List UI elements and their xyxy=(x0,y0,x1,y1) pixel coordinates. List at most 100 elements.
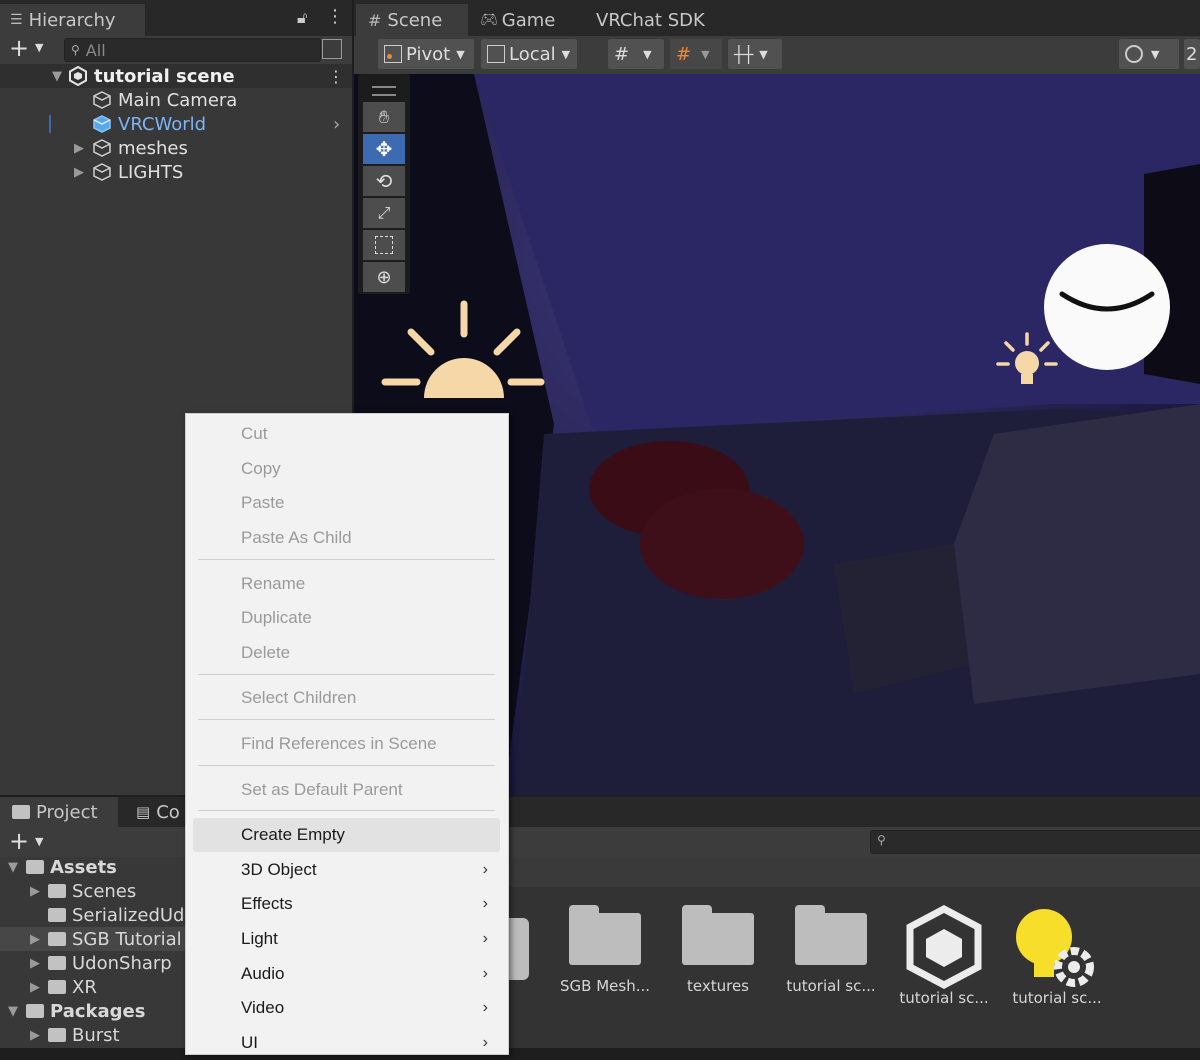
project-toolbar: + ▼ ⚲ xyxy=(0,827,1200,857)
asset-tutorial-scene-settings[interactable]: tutorial sc... xyxy=(1002,905,1112,1007)
tree-item-xr[interactable]: ▶ XR xyxy=(0,975,185,999)
menu-item-audio[interactable]: Audio › xyxy=(186,957,508,991)
menu-item-duplicate[interactable]: Duplicate xyxy=(186,601,508,635)
menu-item-paste-as-child[interactable]: Paste As Child xyxy=(186,521,508,555)
pivot-label: Pivot xyxy=(406,43,451,65)
expand-arrow-icon[interactable]: ▶ xyxy=(74,141,88,156)
tab-project[interactable]: Project xyxy=(0,797,118,827)
menu-item-set-default-parent[interactable]: Set as Default Parent xyxy=(186,773,508,807)
folder-icon xyxy=(682,905,754,965)
hand-tool-button[interactable]: ✋︎ xyxy=(363,102,405,132)
tree-item-scenes[interactable]: ▶ Scenes xyxy=(0,879,185,903)
menu-item-create-empty[interactable]: Create Empty xyxy=(193,818,500,852)
transform-tool-button[interactable]: ⊕ xyxy=(363,262,405,292)
scene-more-icon[interactable]: ⋮ xyxy=(328,67,344,86)
render-mode-dropdown[interactable]: ▼ xyxy=(1119,39,1179,69)
expand-arrow-icon[interactable]: ▶ xyxy=(30,884,44,899)
project-search-input[interactable]: ⚲ xyxy=(870,830,1200,854)
folder-icon xyxy=(795,905,867,965)
ruler-toggle[interactable]: ┼┼ ▼ xyxy=(728,39,782,69)
menu-item-ui[interactable]: UI › xyxy=(186,1026,508,1060)
tree-item-label: UdonSharp xyxy=(72,952,172,974)
expand-arrow-icon[interactable]: ▼ xyxy=(8,1004,22,1019)
menu-item-select-children[interactable]: Select Children xyxy=(186,681,508,715)
list-icon: ☰ xyxy=(10,12,23,28)
lighting-settings-icon xyxy=(1016,909,1094,987)
tree-item-sgb-tutorial[interactable]: ▶ SGB Tutorial xyxy=(0,927,185,951)
menu-item-copy[interactable]: Copy xyxy=(186,452,508,486)
tree-item-udonsharp[interactable]: ▶ UdonSharp xyxy=(0,951,185,975)
rect-tool-button[interactable] xyxy=(363,230,405,260)
pivot-icon xyxy=(384,45,402,63)
menu-divider xyxy=(198,810,495,811)
tab-console[interactable]: ▤ Co xyxy=(124,797,184,827)
scale-tool-button[interactable]: ⤢ xyxy=(363,198,405,228)
grid-snap-toggle[interactable]: # ▼ xyxy=(608,39,664,69)
menu-item-label: Copy xyxy=(241,459,281,478)
search-input[interactable]: ⚲ All xyxy=(64,38,321,62)
increment-snap-toggle[interactable]: # ▼ xyxy=(670,39,722,69)
hierarchy-item-main-camera[interactable]: Main Camera xyxy=(0,88,352,112)
tab-hierarchy[interactable]: ☰ Hierarchy xyxy=(0,4,145,36)
expand-arrow-icon[interactable]: ▶ xyxy=(30,980,44,995)
menu-item-light[interactable]: Light › xyxy=(186,922,508,956)
scene-search-toggle-icon[interactable] xyxy=(322,39,342,59)
tree-item-packages[interactable]: ▼ Packages xyxy=(0,999,185,1023)
hierarchy-item-label: meshes xyxy=(118,137,188,159)
ruler-icon: ┼┼ xyxy=(734,44,754,64)
tree-item-label: Packages xyxy=(50,1000,146,1022)
chevron-down-icon[interactable]: ▼ xyxy=(35,41,43,54)
palette-drag-handle-icon[interactable] xyxy=(372,86,396,96)
hierarchy-item-lights[interactable]: ▶ LIGHTS xyxy=(0,160,352,184)
tree-item-assets[interactable]: ▼ Assets xyxy=(0,855,185,879)
menu-item-3d-object[interactable]: 3D Object › xyxy=(186,853,508,887)
asset-tutorial-scene-folder[interactable]: tutorial sc... xyxy=(776,905,886,995)
asset-sgb-meshes[interactable]: SGB Mesh... xyxy=(550,905,660,995)
expand-arrow-icon[interactable]: ▶ xyxy=(74,165,88,180)
asset-tutorial-scene-file[interactable]: tutorial sc... xyxy=(889,905,999,1007)
scene-header-row[interactable]: ▼ tutorial scene ⋮ xyxy=(0,64,352,88)
overflow-toolbar-item[interactable]: 2 xyxy=(1184,39,1200,69)
chevron-down-icon[interactable]: ▼ xyxy=(35,835,43,848)
menu-item-label: Paste xyxy=(241,493,285,512)
expand-arrow-icon[interactable]: ▶ xyxy=(30,1028,44,1043)
expand-arrow-icon[interactable]: ▶ xyxy=(30,932,44,947)
asset-textures[interactable]: textures xyxy=(663,905,773,995)
tree-item-serializedudon[interactable]: SerializedUd xyxy=(0,903,185,927)
add-icon[interactable]: + xyxy=(9,827,29,855)
more-options-icon[interactable]: ⋮ xyxy=(326,6,344,27)
tree-item-burst[interactable]: ▶ Burst xyxy=(0,1023,185,1047)
camera-gizmo-icon[interactable] xyxy=(1044,244,1170,370)
menu-item-label: Light xyxy=(241,929,278,948)
menu-divider xyxy=(198,559,495,560)
chevron-right-icon[interactable]: › xyxy=(333,114,340,135)
tab-game[interactable]: 🎮︎ Game xyxy=(480,4,580,36)
folder-icon xyxy=(48,884,66,898)
menu-item-delete[interactable]: Delete xyxy=(186,636,508,670)
menu-item-rename[interactable]: Rename xyxy=(186,567,508,601)
menu-item-paste[interactable]: Paste xyxy=(186,486,508,520)
add-icon[interactable]: + xyxy=(9,34,29,62)
pivot-dropdown[interactable]: Pivot ▼ xyxy=(378,39,474,69)
rotate-tool-button[interactable]: ⟲ xyxy=(363,166,405,196)
lock-icon[interactable]: 🔓︎ xyxy=(297,8,307,28)
local-dropdown[interactable]: Local ▼ xyxy=(481,39,577,69)
menu-item-label: 3D Object xyxy=(241,860,317,879)
menu-item-label: Duplicate xyxy=(241,608,312,627)
menu-divider xyxy=(198,719,495,720)
menu-item-effects[interactable]: Effects › xyxy=(186,887,508,921)
move-tool-button[interactable]: ✥ xyxy=(363,134,405,164)
hierarchy-item-meshes[interactable]: ▶ meshes xyxy=(0,136,352,160)
expand-arrow-icon[interactable]: ▶ xyxy=(30,956,44,971)
hierarchy-item-vrcworld[interactable]: VRCWorld › xyxy=(0,112,352,136)
chevron-down-icon: ▼ xyxy=(643,47,652,61)
tab-scene[interactable]: # Scene xyxy=(356,4,468,36)
expand-arrow-icon[interactable]: ▼ xyxy=(8,860,22,875)
expand-arrow-icon[interactable]: ▼ xyxy=(52,69,66,84)
asset-label: textures xyxy=(687,977,749,995)
tab-vrchat-sdk[interactable]: VRChat SDK xyxy=(596,4,726,36)
chevron-down-icon: ▼ xyxy=(561,47,571,61)
menu-item-video[interactable]: Video › xyxy=(186,991,508,1025)
menu-item-find-references[interactable]: Find References in Scene xyxy=(186,727,508,761)
menu-item-cut[interactable]: Cut xyxy=(186,417,508,451)
